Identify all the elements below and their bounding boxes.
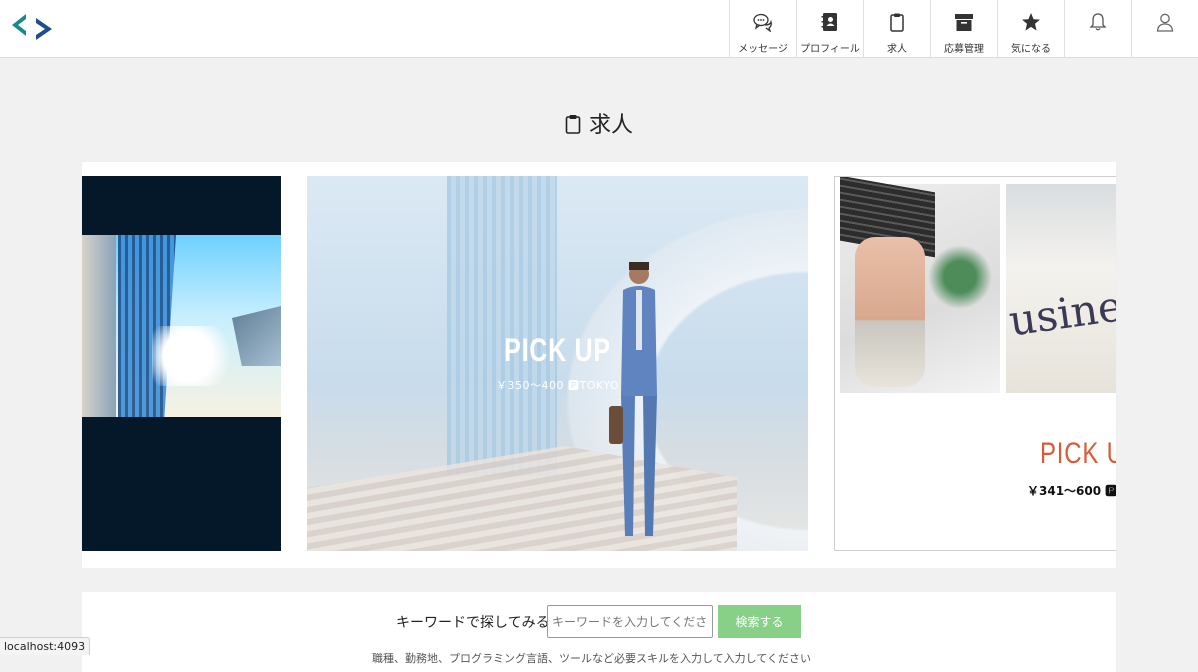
photo-detail: [152, 326, 242, 386]
clipboard-icon: [890, 13, 904, 32]
photo-detail: [925, 237, 995, 317]
nav-favorites-label: 気になる: [1011, 44, 1051, 55]
nav-profile-label: プロフィール: [800, 44, 860, 55]
keyword-search-input[interactable]: [547, 605, 713, 638]
carousel-slide-prev[interactable]: [82, 176, 281, 551]
main-nav: メッセージ プロフィール 求人 応募管理 気になる: [729, 0, 1198, 57]
carousel-slide-current[interactable]: PICK UP ￥350～400 🅿TOKYO: [307, 176, 808, 551]
star-icon: [1022, 13, 1040, 31]
profile-book-icon: [821, 13, 837, 31]
top-header: メッセージ プロフィール 求人 応募管理 気になる: [0, 0, 1198, 58]
carousel-slide-next[interactable]: usiness PICK U ￥341～600 🅿TO: [834, 176, 1116, 551]
search-label: キーワードで探してみる: [396, 615, 550, 631]
archive-box-icon: [955, 14, 973, 31]
user-icon: [1156, 13, 1174, 32]
nav-jobs[interactable]: 求人: [863, 0, 930, 57]
slide-title: PICK UP: [504, 332, 611, 368]
nav-applications[interactable]: 応募管理: [930, 0, 997, 57]
slide-subtitle: ￥350～400 🅿TOKYO: [496, 379, 619, 392]
slide-title: PICK U: [1040, 437, 1116, 470]
nav-messages-label: メッセージ: [738, 44, 788, 55]
nav-messages[interactable]: メッセージ: [729, 0, 796, 57]
search-button[interactable]: 検索する: [718, 605, 801, 638]
pickup-carousel: PICK UP ￥350～400 🅿TOKYO usiness PICK U ￥…: [82, 162, 1116, 568]
search-hint: 職種、勤務地、プログラミング言語、ツールなど必要スキルを入力して入力してください: [372, 652, 812, 665]
chat-bubbles-icon: [753, 13, 772, 32]
nav-profile[interactable]: プロフィール: [796, 0, 863, 57]
businessman-figure: [609, 262, 657, 536]
nav-jobs-label: 求人: [887, 44, 907, 55]
clipboard-icon: [565, 115, 581, 134]
nav-notifications[interactable]: [1064, 0, 1131, 57]
page-title-text: 求人: [588, 113, 633, 138]
photo-detail: [855, 237, 925, 387]
page-title: 求人: [0, 107, 1198, 139]
nav-applications-label: 応募管理: [944, 44, 984, 55]
nav-favorites[interactable]: 気になる: [997, 0, 1064, 57]
keyword-search-panel: キーワードで探してみる 検索する 職種、勤務地、プログラミング言語、ツールなど必…: [82, 592, 1116, 672]
bell-icon: [1089, 13, 1107, 31]
slide-subtitle: ￥341～600 🅿TO: [1027, 484, 1116, 498]
nav-account[interactable]: [1131, 0, 1198, 57]
photo-detail: [82, 235, 116, 417]
browser-status-url: localhost:4093: [0, 637, 91, 655]
logo[interactable]: [8, 12, 56, 42]
